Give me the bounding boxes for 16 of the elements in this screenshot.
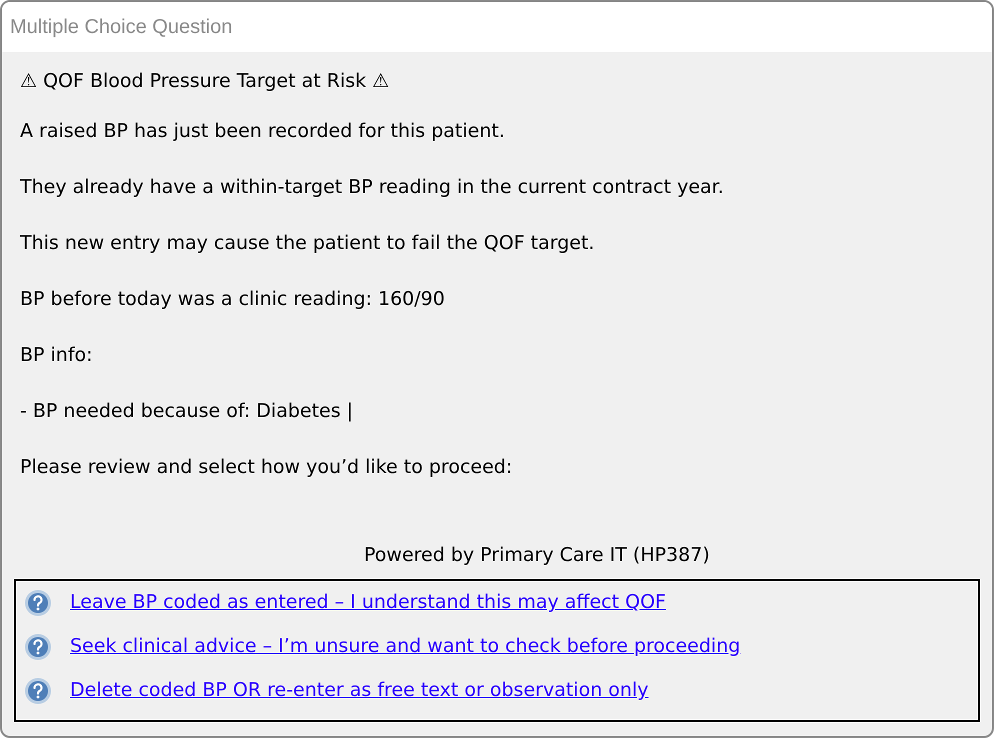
window-title: Multiple Choice Question — [10, 15, 232, 40]
option-link[interactable]: Leave BP coded as entered – I understand this may affect QOF — [70, 588, 666, 617]
message-text: BP before today was a clinic reading: 160/90 — [20, 286, 445, 312]
message-text: BP info: — [20, 342, 93, 368]
help-icon — [24, 676, 52, 704]
message-text: This new entry may cause the patient to fail the QOF target. — [20, 230, 594, 256]
message-text: Please review and select how you’d like to proceed: — [20, 454, 512, 480]
message-text: They already have a within-target BP reading in the current contract year. — [20, 174, 724, 200]
option-link[interactable]: Seek clinical advice – I’m unsure and want to check before proceeding — [70, 632, 740, 661]
option-link[interactable]: Delete coded BP OR re-enter as free text or observation only — [70, 676, 648, 705]
powered-by-text: Powered by Primary Care IT (HP387) — [364, 542, 710, 568]
message-text: A raised BP has just been recorded for this patient. — [20, 118, 505, 144]
alert-heading: ⚠ QOF Blood Pressure Target at Risk ⚠ — [20, 68, 390, 94]
message-text: - BP needed because of: Diabetes | — [20, 398, 354, 424]
help-icon — [24, 588, 52, 616]
help-icon — [24, 632, 52, 660]
